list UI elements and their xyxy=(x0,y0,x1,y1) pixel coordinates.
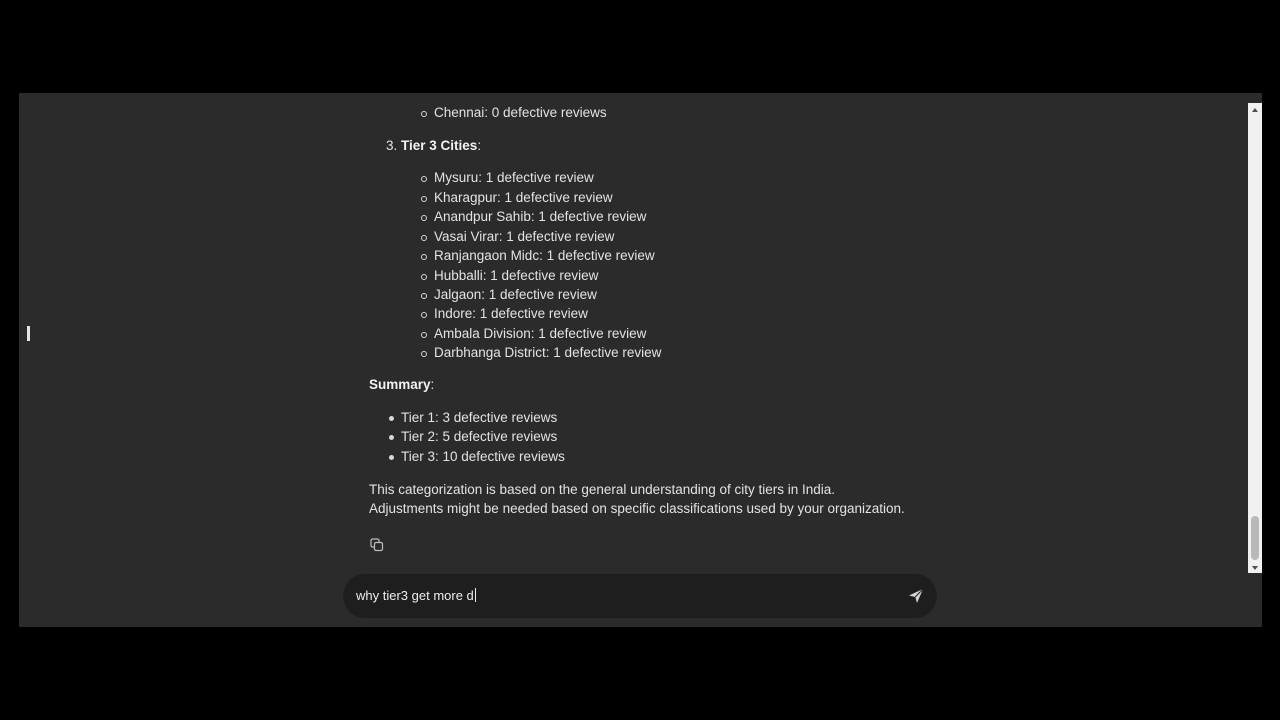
summary-item: Tier 2: 5 defective reviews xyxy=(388,429,558,444)
send-button[interactable] xyxy=(907,587,925,605)
input-caret xyxy=(474,588,476,602)
list-item: Chennai: 0 defective reviews xyxy=(421,105,607,120)
list-item: Jalgaon: 1 defective review xyxy=(421,287,597,302)
list-item: Mysuru: 1 defective review xyxy=(421,170,594,185)
message-input-value: why tier3 get more d xyxy=(356,588,474,603)
summary-heading: Summary xyxy=(369,377,431,392)
tier3-heading: Tier 3 Cities xyxy=(401,138,478,153)
list-item: Ambala Division: 1 defective review xyxy=(420,326,647,341)
chat-window: Chennai: 0 defective reviews 3. Tier 3 C… xyxy=(19,93,1262,627)
scrollbar[interactable] xyxy=(1248,103,1262,573)
tier3-heading-row: 3. Tier 3 Cities: xyxy=(386,137,481,155)
heading-colon: : xyxy=(430,377,435,392)
list-item: Kharagpur: 1 defective review xyxy=(421,190,613,205)
list-item: Ranjangaon Midc: 1 defective review xyxy=(421,248,655,263)
list-item: Vasai Virar: 1 defective review xyxy=(420,229,615,244)
conclusion-line: This categorization is based on the gene… xyxy=(369,482,836,497)
text-cursor-indicator xyxy=(27,326,30,341)
list-item: Darbhanga District: 1 defective review xyxy=(420,345,662,360)
summary-heading-row: Summary: xyxy=(369,376,434,394)
list-item: Anandpur Sahib: 1 defective review xyxy=(420,209,647,224)
copy-icon[interactable] xyxy=(370,538,384,552)
message-input[interactable]: why tier3 get more d xyxy=(356,588,476,603)
scrollbar-thumb[interactable] xyxy=(1251,516,1259,560)
list-item: Indore: 1 defective review xyxy=(421,306,588,321)
list-number: 3. xyxy=(386,138,398,153)
heading-colon: : xyxy=(477,138,482,153)
summary-item: Tier 3: 10 defective reviews xyxy=(389,449,565,464)
list-item: Hubballi: 1 defective review xyxy=(420,268,599,283)
scroll-up-arrow-icon[interactable] xyxy=(1248,103,1262,115)
summary-item: Tier 1: 3 defective reviews xyxy=(388,410,558,425)
send-icon xyxy=(909,588,924,603)
conclusion-line: Adjustments might be needed based on spe… xyxy=(369,501,905,516)
scroll-down-arrow-icon[interactable] xyxy=(1248,561,1262,573)
message-composer[interactable]: why tier3 get more d xyxy=(343,574,937,618)
